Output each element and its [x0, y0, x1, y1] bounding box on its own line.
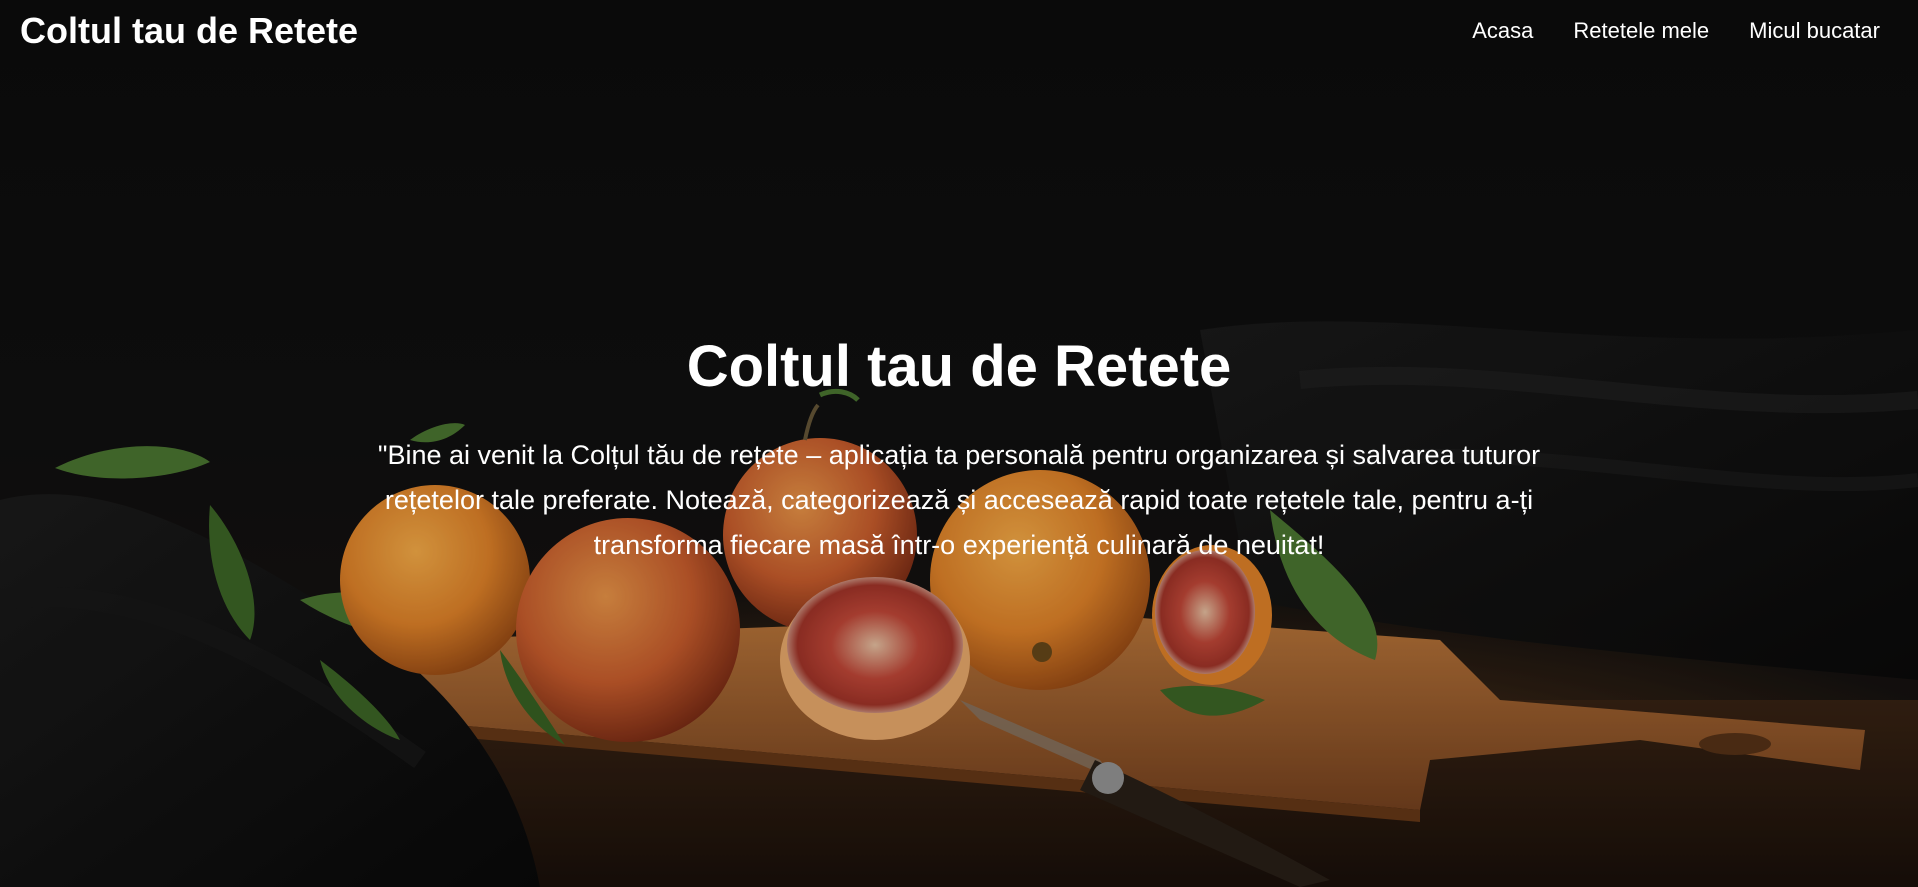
- top-navbar: Coltul tau de Retete Acasa Retetele mele…: [0, 0, 1918, 62]
- nav-link-retetele-mele[interactable]: Retetele mele: [1573, 18, 1709, 44]
- hero-title: Coltul tau de Retete: [686, 334, 1232, 399]
- brand-logo-link[interactable]: Coltul tau de Retete: [20, 10, 358, 52]
- hero-description: "Bine ai venit la Colțul tău de rețete –…: [377, 440, 1541, 560]
- nav-link-micul-bucatar[interactable]: Micul bucatar: [1749, 18, 1880, 44]
- nav-link-acasa[interactable]: Acasa: [1472, 18, 1533, 44]
- hero-section: Coltul tau de Retete Acasa Retetele mele…: [0, 0, 1918, 887]
- nav-links: Acasa Retetele mele Micul bucatar: [1472, 18, 1880, 44]
